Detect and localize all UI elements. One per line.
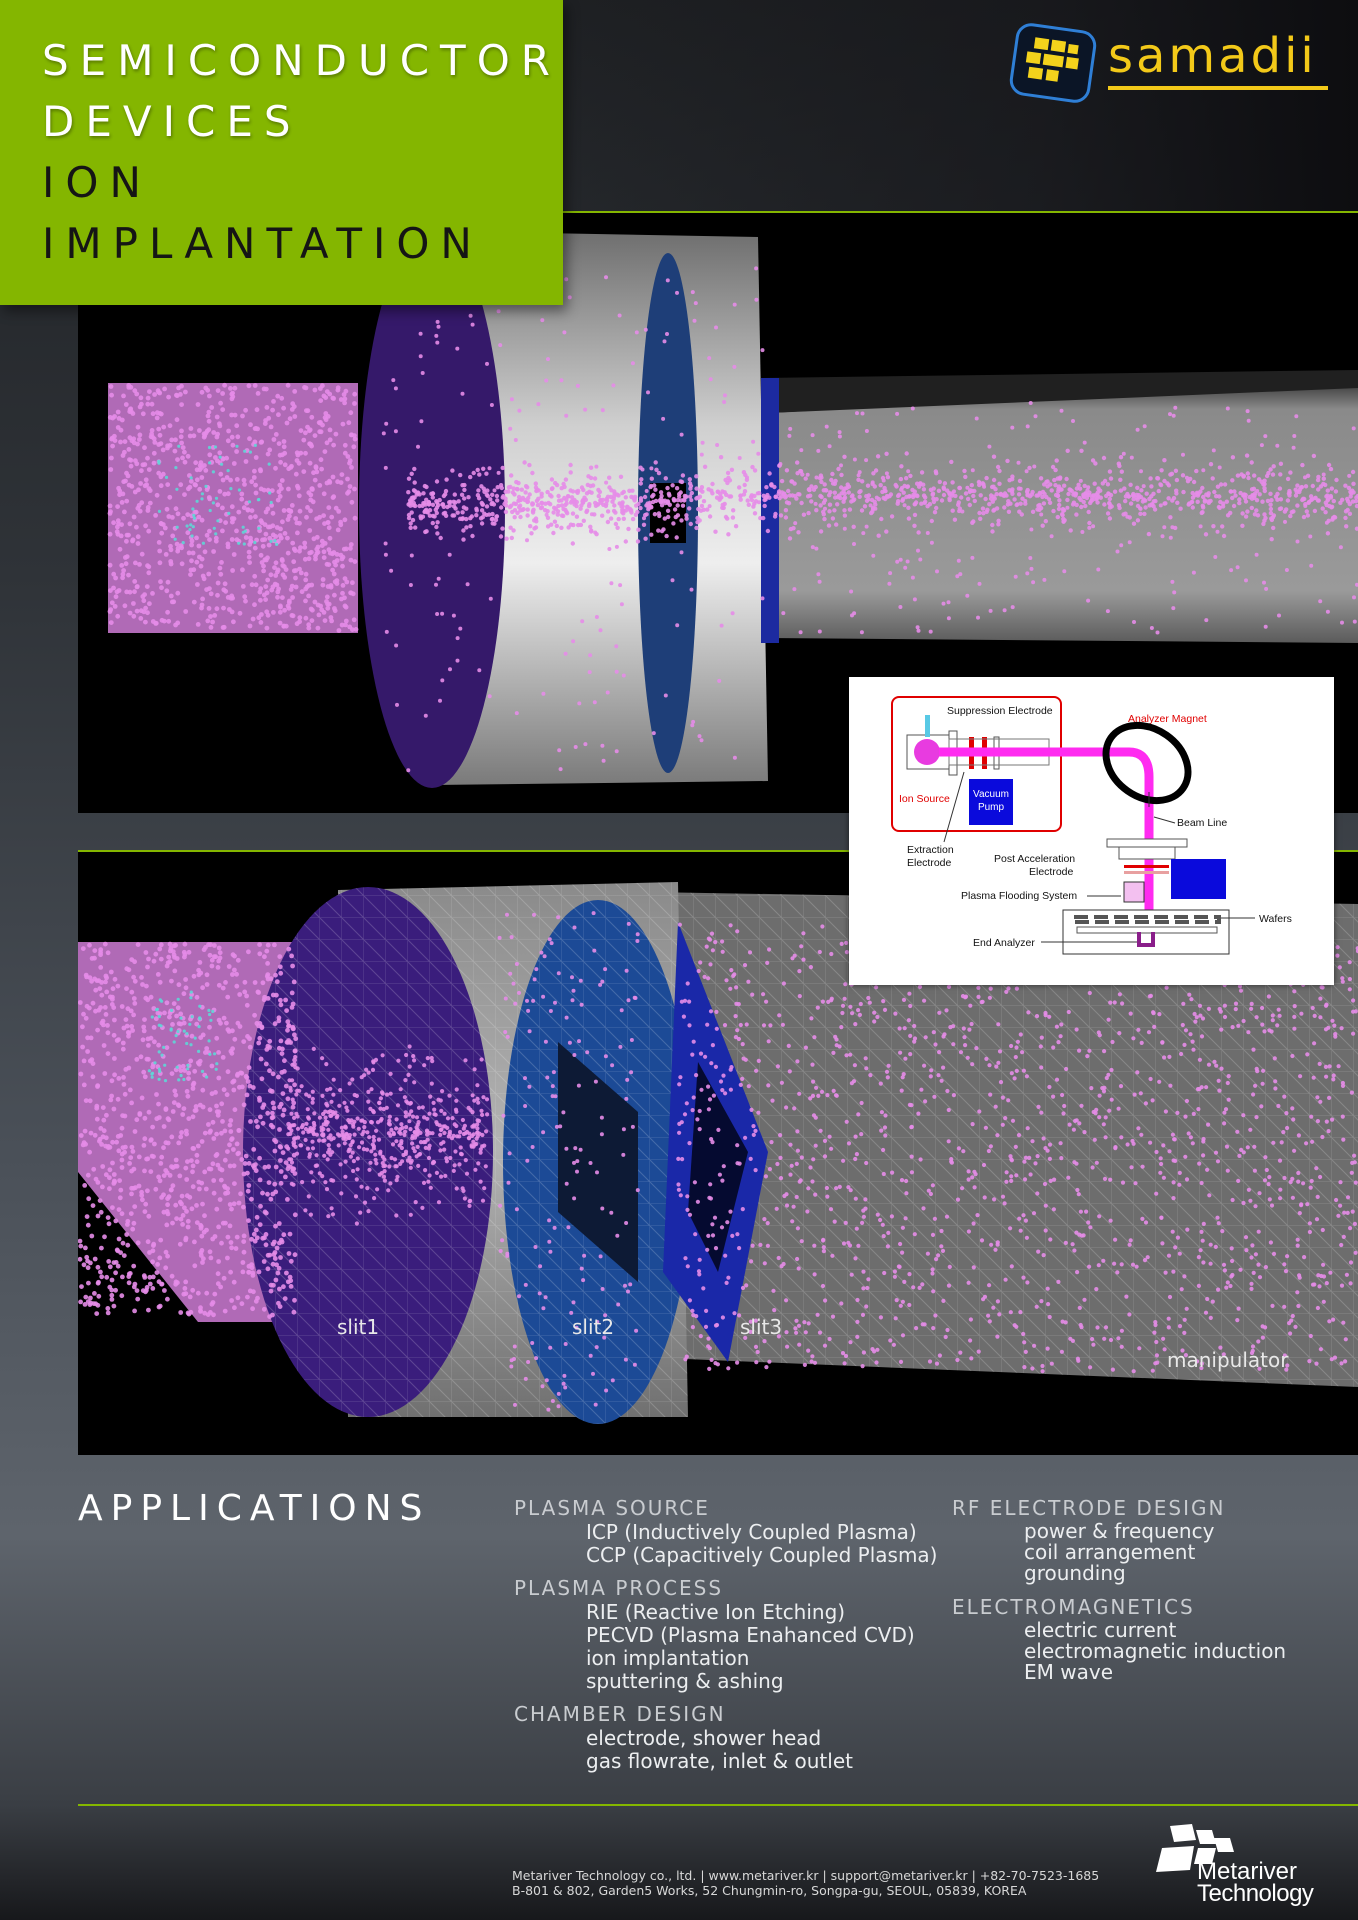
extraction-label-2: Electrode bbox=[907, 857, 952, 869]
title-block: SEMICONDUCTOR DEVICES ION IMPLANTATION bbox=[0, 0, 563, 305]
app-item: coil arrangement bbox=[1024, 1540, 1196, 1564]
footer-line-2: B-801 & 802, Garden5 Works, 52 Chungmin-… bbox=[512, 1883, 1027, 1898]
vacuum-label-2: Pump bbox=[978, 802, 1005, 813]
app-item: electric current bbox=[1024, 1618, 1177, 1642]
title-line-1: SEMICONDUCTOR bbox=[42, 36, 561, 85]
app-group-electromagnetics: ELECTROMAGNETICS electric current electr… bbox=[952, 1594, 1286, 1683]
app-item: CCP (Capacitively Coupled Plasma) bbox=[586, 1543, 938, 1567]
slit2-label: slit2 bbox=[572, 1315, 615, 1339]
post-acc-label-1: Post Acceleration bbox=[994, 853, 1075, 865]
samadii-logo: samadii bbox=[1008, 22, 1328, 103]
app-item: sputtering & ashing bbox=[586, 1669, 784, 1693]
vacuum-label-1: Vacuum bbox=[973, 789, 1009, 800]
app-heading: PLASMA PROCESS bbox=[514, 1576, 724, 1600]
slit3-plate bbox=[761, 378, 779, 643]
title-line-2: DEVICES bbox=[42, 97, 302, 146]
diagram-svg: Suppression Electrode Analyzer Magnet Io… bbox=[891, 696, 1292, 955]
app-group-chamber-design: CHAMBER DESIGN electrode, shower head ga… bbox=[514, 1701, 937, 1773]
footer-line-1: Metariver Technology co., ltd. | www.met… bbox=[512, 1868, 1100, 1883]
applications-column-1: PLASMA SOURCE ICP (Inductively Coupled P… bbox=[514, 1495, 937, 1781]
app-item: electromagnetic induction bbox=[1024, 1639, 1287, 1663]
app-item: ICP (Inductively Coupled Plasma) bbox=[586, 1520, 917, 1544]
suppression-label: Suppression Electrode bbox=[947, 705, 1053, 717]
app-heading: RF ELECTRODE DESIGN bbox=[952, 1496, 1226, 1520]
beam-line-label: Beam Line bbox=[1177, 817, 1227, 829]
applications-column-2: RF ELECTRODE DESIGN power & frequency co… bbox=[952, 1495, 1286, 1691]
footer-contact: Metariver Technology co., ltd. | www.met… bbox=[512, 1868, 1099, 1898]
wafers-label: Wafers bbox=[1259, 913, 1292, 925]
app-item: PECVD (Plasma Enahanced CVD) bbox=[586, 1623, 915, 1647]
manipulator-label: manipulator bbox=[1167, 1348, 1289, 1372]
app-item: power & frequency bbox=[1024, 1519, 1215, 1543]
company-name-2: Technology bbox=[1197, 1880, 1314, 1907]
app-item: gas flowrate, inlet & outlet bbox=[586, 1749, 853, 1773]
app-item: ion implantation bbox=[586, 1646, 750, 1670]
footer-rule bbox=[78, 1804, 1358, 1806]
app-group-plasma-process: PLASMA PROCESS RIE (Reactive Ion Etching… bbox=[514, 1575, 937, 1693]
app-group-rf-electrode: RF ELECTRODE DESIGN power & frequency co… bbox=[952, 1495, 1286, 1584]
applications-heading: APPLICATIONS bbox=[78, 1488, 431, 1529]
app-heading: PLASMA SOURCE bbox=[514, 1496, 710, 1520]
brand-underline bbox=[1108, 86, 1328, 90]
app-item: RIE (Reactive Ion Etching) bbox=[586, 1600, 846, 1624]
app-heading: CHAMBER DESIGN bbox=[514, 1702, 726, 1726]
app-item: electrode, shower head bbox=[586, 1726, 822, 1750]
end-analyzer-label: End Analyzer bbox=[973, 937, 1035, 949]
app-item: grounding bbox=[1024, 1561, 1126, 1585]
ion-implanter-diagram: Suppression Electrode Analyzer Magnet Io… bbox=[849, 677, 1334, 985]
chip-icon bbox=[1009, 23, 1097, 103]
brand-name: samadii bbox=[1108, 28, 1317, 84]
app-item: EM wave bbox=[1024, 1660, 1114, 1684]
ion-source-label: Ion Source bbox=[899, 793, 950, 805]
app-heading: ELECTROMAGNETICS bbox=[952, 1595, 1195, 1619]
title-line-4: IMPLANTATION bbox=[42, 219, 483, 268]
plasma-flood-label: Plasma Flooding System bbox=[961, 890, 1077, 902]
metariver-logo: Metariver Technology bbox=[1150, 1818, 1330, 1907]
post-acc-label-2: Electrode bbox=[1029, 866, 1074, 878]
slit3-label: slit3 bbox=[740, 1315, 783, 1339]
slit1-disk bbox=[359, 228, 505, 788]
title-line-3: ION bbox=[42, 158, 152, 207]
app-group-plasma-source: PLASMA SOURCE ICP (Inductively Coupled P… bbox=[514, 1495, 937, 1567]
slit1-label: slit1 bbox=[337, 1315, 380, 1339]
extraction-label-1: Extraction bbox=[907, 844, 954, 856]
post-acc-box bbox=[1171, 859, 1226, 899]
